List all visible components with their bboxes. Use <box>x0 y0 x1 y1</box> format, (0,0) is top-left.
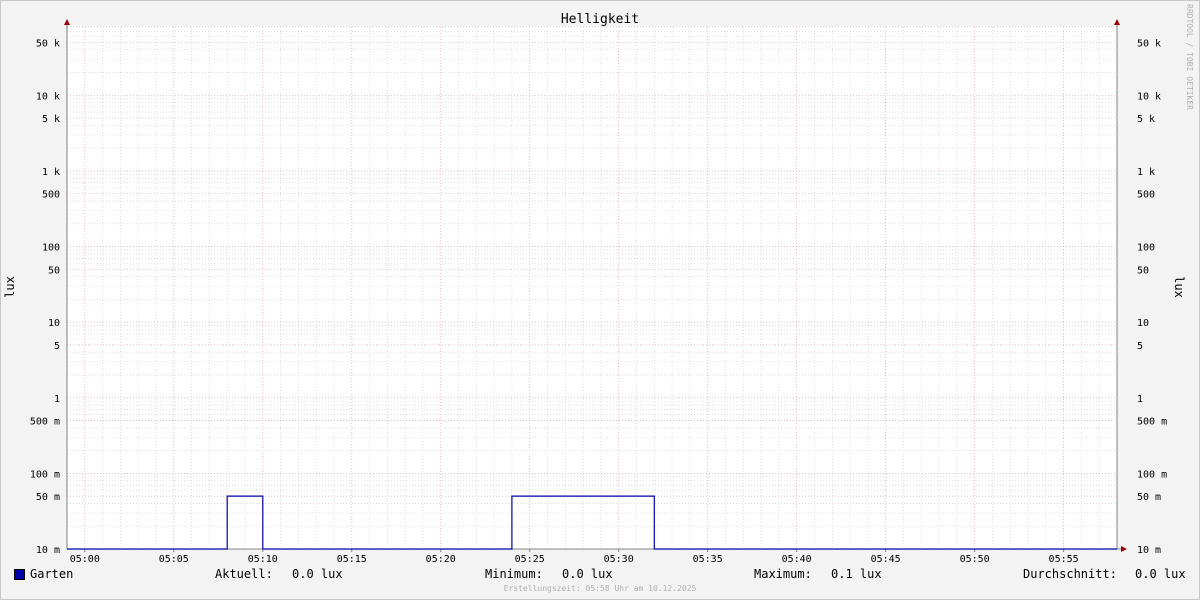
chart-title: Helligkeit <box>561 12 639 27</box>
y-tick-label-left: 500 m <box>30 417 60 428</box>
legend-min-label: Minimum: <box>485 567 543 581</box>
y-tick-label-left: 50 m <box>36 492 60 503</box>
y-tick-label-right: 100 m <box>1137 469 1167 480</box>
y-tick-label-right: 50 m <box>1137 492 1161 503</box>
y-tick-label-right: 5 k <box>1137 114 1155 125</box>
y-axis-arrow-left <box>64 19 70 25</box>
y-tick-label-right: 50 <box>1137 265 1149 276</box>
x-tick-label: 05:50 <box>960 554 990 565</box>
y-tick-label-left: 1 <box>54 394 60 405</box>
y-tick-label-left: 10 <box>48 318 60 329</box>
y-tick-label-left: 5 k <box>42 114 60 125</box>
plot-background <box>67 27 1117 549</box>
y-tick-label-right: 5 <box>1137 341 1143 352</box>
y-tick-label-left: 100 m <box>30 469 60 480</box>
y-tick-label-left: 100 <box>42 243 60 254</box>
y-tick-label-right: 1 k <box>1137 167 1155 178</box>
x-tick-label: 05:30 <box>604 554 634 565</box>
legend-series-name: Garten <box>30 567 74 581</box>
y-tick-label-left: 10 k <box>36 91 60 102</box>
y-tick-label-right: 10 k <box>1137 91 1161 102</box>
legend-max-value: 0.1 lux <box>831 567 882 581</box>
y-tick-label-right: 1 <box>1137 394 1143 405</box>
y-tick-label-right: 500 m <box>1137 417 1167 428</box>
x-tick-label: 05:10 <box>248 554 278 565</box>
x-tick-label: 05:05 <box>159 554 189 565</box>
legend-avg-label: Durchschnitt: <box>1023 567 1117 581</box>
y-axis-label-left: lux <box>3 276 17 298</box>
legend-avg-value: 0.0 lux <box>1135 567 1186 581</box>
y-tick-label-right: 10 m <box>1137 545 1161 556</box>
legend-current-value: 0.0 lux <box>292 567 343 581</box>
y-tick-label-left: 500 <box>42 190 60 201</box>
creation-time-footer: Erstellungszeit: 05:58 Uhr am 10.12.2025 <box>503 584 697 593</box>
x-tick-label: 05:45 <box>871 554 901 565</box>
y-tick-label-left: 5 <box>54 341 60 352</box>
y-tick-label-left: 50 k <box>36 38 60 49</box>
x-tick-label: 05:00 <box>70 554 100 565</box>
y-axis-label-right: lux <box>1172 276 1186 298</box>
y-tick-label-right: 50 k <box>1137 38 1161 49</box>
y-tick-label-right: 100 <box>1137 243 1155 254</box>
legend-current-label: Aktuell: <box>215 567 273 581</box>
y-tick-label-left: 50 <box>48 265 60 276</box>
y-tick-label-left: 10 m <box>36 545 60 556</box>
y-tick-label-right: 500 <box>1137 190 1155 201</box>
legend-max-label: Maximum: <box>754 567 812 581</box>
y-tick-label-left: 1 k <box>42 167 60 178</box>
x-tick-label: 05:20 <box>426 554 456 565</box>
chart-area: 05:00 05:05 05:10 05:15 05:20 05:25 05:30 05:35… <box>3 4 1194 565</box>
x-tick-label: 05:35 <box>693 554 723 565</box>
legend-min-value: 0.0 lux <box>562 567 613 581</box>
x-tick-label: 05:55 <box>1049 554 1079 565</box>
rrdtool-watermark: RRDTOOL / TOBI OETIKER <box>1185 4 1194 110</box>
legend-swatch-garten <box>14 569 25 580</box>
x-tick-label: 05:40 <box>782 554 812 565</box>
x-tick-label: 05:15 <box>337 554 367 565</box>
y-axis-arrow-right <box>1114 19 1120 25</box>
y-tick-label-right: 10 <box>1137 318 1149 329</box>
x-axis-arrow <box>1121 546 1127 552</box>
x-tick-label: 05:25 <box>515 554 545 565</box>
